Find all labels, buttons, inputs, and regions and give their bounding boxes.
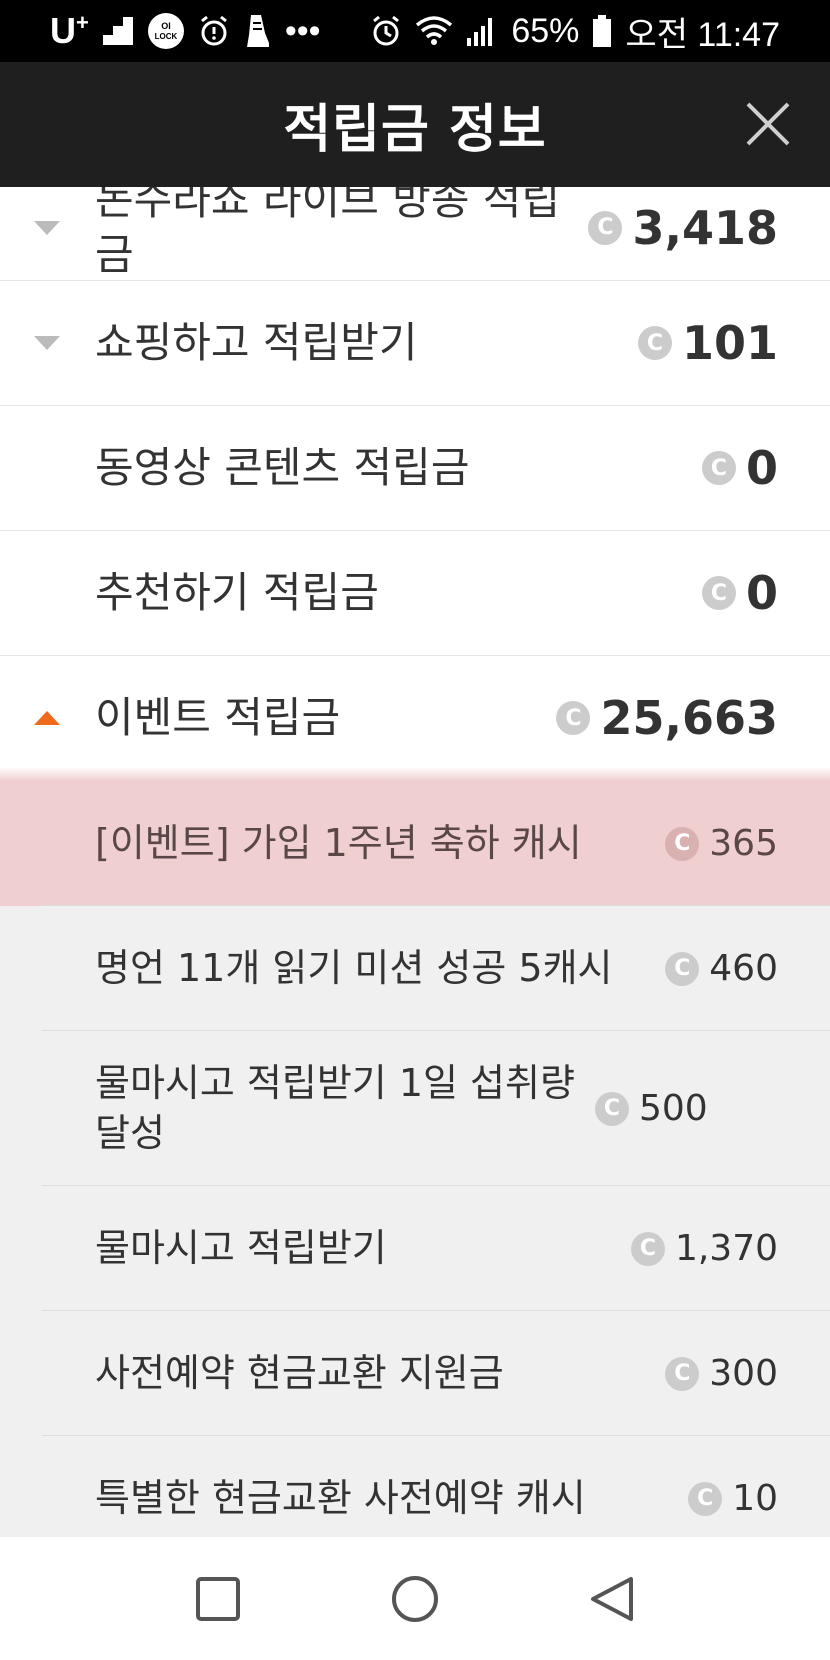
- list-item[interactable]: 명언 11개 읽기 미션 성공 5캐시 C 460: [0, 906, 830, 1031]
- coin-icon: C: [637, 326, 672, 360]
- recent-apps-button[interactable]: [195, 1576, 241, 1622]
- chevron-down-icon: [34, 336, 60, 350]
- page-title: 적립금 정보: [283, 100, 547, 160]
- category-label: 논수라쇼 라이브 방송 적립금: [95, 187, 561, 279]
- coin-icon: C: [701, 451, 736, 485]
- item-value: 365: [709, 823, 778, 864]
- close-icon: [746, 102, 790, 146]
- clock-time: 오전 11:47: [625, 15, 780, 54]
- item-label: 사전예약 현금교환 지원금: [95, 1350, 504, 1395]
- coin-icon: C: [701, 576, 736, 610]
- coin-icon: C: [630, 1231, 665, 1266]
- category-value: 0: [745, 441, 778, 495]
- back-icon: [591, 1576, 633, 1621]
- item-amount: C 500: [595, 1088, 708, 1129]
- system-nav-bar: [0, 1537, 830, 1660]
- event-sub-list: [이벤트] 가입 1주년 축하 캐시 C 365 명언 11개 읽기 미션 성공…: [0, 767, 830, 1537]
- category-row-event[interactable]: 이벤트 적립금 C 25,663: [0, 656, 830, 781]
- list-item[interactable]: [이벤트] 가입 1주년 축하 캐시 C 365: [0, 767, 830, 906]
- shoe-icon: [243, 13, 271, 49]
- coin-icon: C: [665, 826, 700, 861]
- battery-icon: [593, 15, 612, 47]
- item-label: 명언 11개 읽기 미션 성공 5캐시: [95, 945, 613, 990]
- lock-app-icon: OI LOCK: [147, 12, 185, 50]
- item-amount: C 460: [665, 948, 778, 989]
- category-value: 25,663: [600, 691, 778, 745]
- coin-icon: C: [556, 701, 591, 735]
- list-item[interactable]: 특별한 현금교환 사전예약 캐시 C 10: [0, 1436, 830, 1537]
- category-label: 추천하기 적립금: [95, 567, 379, 617]
- alarm-icon: [371, 15, 401, 47]
- item-value: 10: [732, 1478, 778, 1519]
- points-list[interactable]: 논수라쇼 라이브 방송 적립금 C 3,418 쇼핑하고 적립받기 C 101 …: [0, 187, 830, 1537]
- category-value: 101: [681, 316, 778, 370]
- list-item[interactable]: 사전예약 현금교환 지원금 C 300: [0, 1311, 830, 1436]
- item-value: 1,370: [674, 1228, 778, 1269]
- item-label: 물마시고 적립받기 1일 섭취량 달성: [95, 1061, 575, 1155]
- item-amount: C 10: [688, 1478, 778, 1519]
- category-row-live[interactable]: 논수라쇼 라이브 방송 적립금 C 3,418: [0, 187, 830, 281]
- item-amount: C 1,370: [630, 1228, 778, 1269]
- coin-icon: C: [665, 951, 700, 986]
- category-row-referral[interactable]: 추천하기 적립금 C 0: [0, 531, 830, 656]
- item-amount: C 300: [665, 1353, 778, 1394]
- close-button[interactable]: [742, 98, 794, 150]
- battery-percent: 65%: [511, 11, 580, 50]
- coin-icon: C: [665, 1356, 700, 1391]
- cell-signal-icon: [467, 16, 497, 46]
- status-bar-left: U+ OI LOCK •••: [50, 10, 321, 52]
- home-button[interactable]: [391, 1575, 439, 1623]
- coin-icon: C: [688, 1481, 723, 1516]
- item-value: 300: [709, 1353, 778, 1394]
- category-amount: C 0: [701, 566, 778, 620]
- list-item[interactable]: 물마시고 적립받기 1일 섭취량 달성 C 500: [0, 1031, 830, 1186]
- item-value: 460: [709, 948, 778, 989]
- category-value: 0: [745, 566, 778, 620]
- category-amount: C 101: [637, 316, 778, 370]
- carrier-label: U+: [50, 10, 89, 51]
- home-icon: [392, 1575, 438, 1622]
- back-button[interactable]: [589, 1575, 635, 1623]
- category-label: 쇼핑하고 적립받기: [95, 317, 418, 367]
- chevron-up-icon: [34, 711, 60, 725]
- category-label: 이벤트 적립금: [95, 692, 341, 742]
- svg-text:LOCK: LOCK: [155, 32, 178, 41]
- list-item[interactable]: 물마시고 적립받기 C 1,370: [0, 1186, 830, 1311]
- app-header: 적립금 정보: [0, 62, 830, 187]
- category-value: 3,418: [632, 200, 778, 255]
- wifi-icon: [415, 15, 453, 47]
- recent-apps-icon: [196, 1576, 240, 1621]
- category-amount: C 3,418: [588, 201, 778, 255]
- chevron-down-icon: [34, 220, 60, 235]
- item-amount: C 365: [665, 823, 778, 864]
- category-row-shopping[interactable]: 쇼핑하고 적립받기 C 101: [0, 281, 830, 406]
- coin-icon: C: [588, 210, 623, 245]
- item-value: 500: [639, 1088, 708, 1129]
- category-row-video[interactable]: 동영상 콘텐츠 적립금 C 0: [0, 406, 830, 531]
- item-label: [이벤트] 가입 1주년 축하 캐시: [95, 820, 582, 865]
- more-notifications-icon: •••: [284, 11, 321, 50]
- status-bar: U+ OI LOCK ••• 65% 오전 11:47: [0, 0, 830, 62]
- coin-icon: C: [595, 1091, 629, 1126]
- category-amount: C 0: [701, 441, 778, 495]
- signal-steps-icon: [102, 17, 133, 45]
- item-label: 물마시고 적립받기: [95, 1225, 387, 1270]
- category-amount: C 25,663: [556, 691, 778, 745]
- svg-text:OI: OI: [161, 21, 171, 31]
- status-bar-right: 65% 오전 11:47: [371, 7, 780, 56]
- category-label: 동영상 콘텐츠 적립금: [95, 442, 470, 492]
- item-label: 특별한 현금교환 사전예약 캐시: [95, 1475, 586, 1520]
- alarm-warning-icon: [199, 15, 229, 47]
